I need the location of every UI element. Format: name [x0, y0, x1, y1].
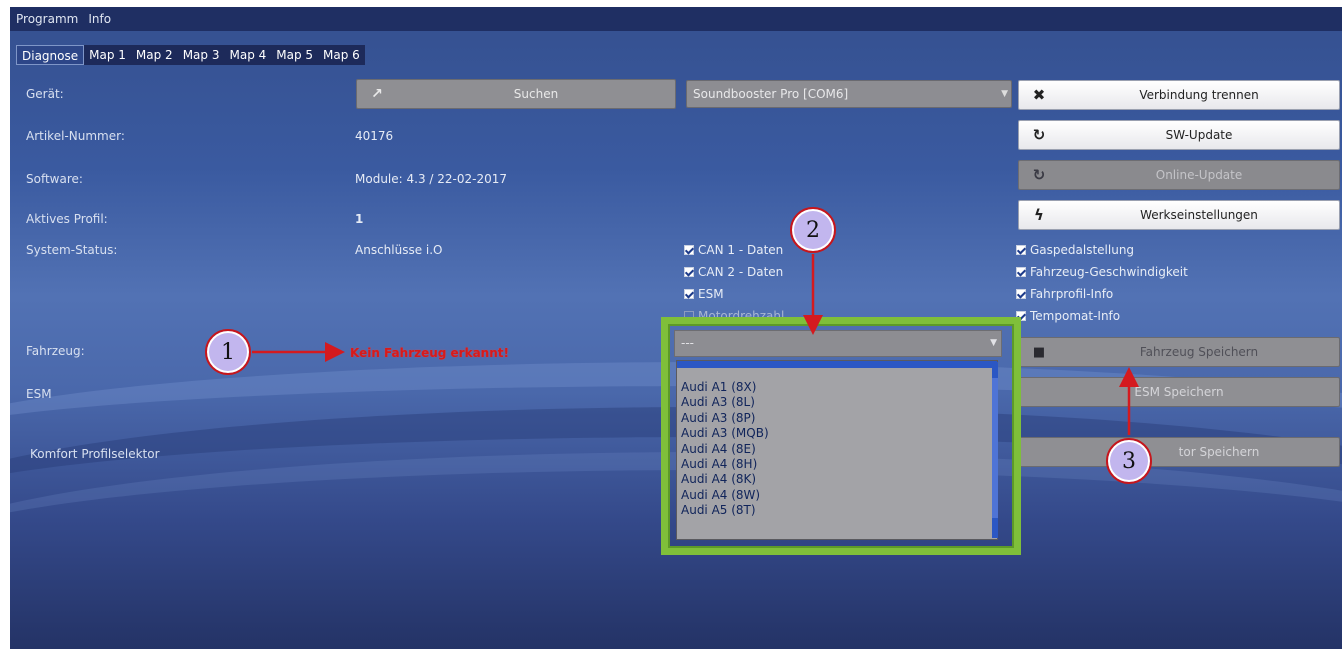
checkbox-checked[interactable] [1016, 245, 1026, 255]
list-item[interactable]: Audi A4 (8W) [677, 488, 997, 503]
save-vehicle-button[interactable]: ■ Fahrzeug Speichern [1018, 337, 1340, 367]
check-can2[interactable]: CAN 2 - Daten [684, 265, 783, 279]
label-esm: ESM [26, 387, 52, 401]
check-geschwindigkeit-label: Fahrzeug-Geschwindigkeit [1030, 265, 1188, 279]
refresh-icon: ↻ [1032, 166, 1046, 184]
check-gaspedal[interactable]: Gaspedalstellung [1016, 243, 1134, 257]
check-can1[interactable]: CAN 1 - Daten [684, 243, 783, 257]
check-fahrprofil[interactable]: Fahrprofil-Info [1016, 287, 1113, 301]
checkbox-checked[interactable] [684, 289, 694, 299]
vehicle-select[interactable]: --- ▼ [674, 330, 1002, 357]
checkbox-checked[interactable] [1016, 267, 1026, 277]
chevron-down-icon: ▼ [990, 338, 997, 348]
tab-map-5[interactable]: Map 5 [271, 45, 318, 65]
value-artikel: 40176 [355, 129, 394, 143]
check-tempomat-label: Tempomat-Info [1030, 309, 1121, 323]
vehicle-select-value: --- [681, 336, 694, 350]
save-esm-button-label: ESM Speichern [1134, 385, 1224, 399]
list-item[interactable] [677, 361, 997, 368]
device-select-value: Soundbooster Pro [COM6] [693, 87, 849, 101]
save-selector-button-label: tor Speichern [1178, 445, 1260, 459]
check-tempomat[interactable]: Tempomat-Info [1016, 309, 1120, 323]
callout-2: 2 [790, 207, 836, 253]
tab-map-1[interactable]: Map 1 [84, 45, 131, 65]
device-select[interactable]: Soundbooster Pro [COM6] ▼ [686, 80, 1012, 108]
list-item[interactable]: Audi A4 (8H) [677, 457, 997, 472]
check-geschwindigkeit[interactable]: Fahrzeug-Geschwindigkeit [1016, 265, 1188, 279]
label-software: Software: [26, 172, 83, 186]
tab-map-4[interactable]: Map 4 [224, 45, 271, 65]
vehicle-error-text: Kein Fahrzeug erkannt! [350, 346, 509, 360]
check-fahrprofil-label: Fahrprofil-Info [1030, 287, 1114, 301]
check-esm-label: ESM [698, 287, 724, 301]
menu-programm[interactable]: Programm [16, 12, 78, 26]
chevron-down-icon: ▼ [1001, 89, 1008, 99]
label-status: System-Status: [26, 243, 118, 257]
value-software: Module: 4.3 / 22-02-2017 [355, 172, 507, 186]
refresh-icon: ↻ [1032, 126, 1046, 144]
sw-update-button[interactable]: ↻ SW-Update [1018, 120, 1340, 150]
menu-bar: Programm Info [10, 7, 1342, 31]
value-profil: 1 [355, 212, 364, 226]
callout-1: 1 [205, 329, 251, 375]
tab-map-3[interactable]: Map 3 [178, 45, 225, 65]
checkbox-checked[interactable] [684, 245, 694, 255]
list-item[interactable]: Audi A4 (8E) [677, 442, 997, 457]
search-button-label: Suchen [513, 87, 559, 101]
save-esm-button[interactable]: ESM Speichern [1018, 377, 1340, 407]
sw-update-button-label: SW-Update [1165, 128, 1233, 142]
list-item[interactable]: Audi A4 (8K) [677, 472, 997, 487]
factory-reset-button[interactable]: ϟ Werkseinstellungen [1018, 200, 1340, 230]
dropdown-scrollbar[interactable] [992, 362, 998, 538]
tab-bar: Diagnose Map 1 Map 2 Map 3 Map 4 Map 5 M… [16, 45, 365, 65]
online-update-button-label: Online-Update [1155, 168, 1243, 182]
label-profil: Aktives Profil: [26, 212, 108, 226]
check-can2-label: CAN 2 - Daten [698, 265, 784, 279]
check-gaspedal-label: Gaspedalstellung [1030, 243, 1135, 257]
check-can1-label: CAN 1 - Daten [698, 243, 784, 257]
list-item[interactable]: Audi A1 (8X) [677, 380, 997, 395]
disconnect-button[interactable]: ✖ Verbindung trennen [1018, 80, 1340, 110]
share-icon: ↗ [371, 86, 383, 102]
callout-3: 3 [1106, 438, 1152, 484]
tab-map-6[interactable]: Map 6 [318, 45, 365, 65]
lightning-icon: ϟ [1034, 206, 1044, 224]
checkbox-checked[interactable] [1016, 289, 1026, 299]
list-item[interactable]: Audi A5 (8T) [677, 503, 997, 518]
label-artikel: Artikel-Nummer: [26, 129, 125, 143]
tab-diagnose[interactable]: Diagnose [16, 45, 85, 65]
vehicle-dropdown-list: Audi A1 (8X) Audi A3 (8L) Audi A3 (8P) A… [676, 360, 998, 540]
list-item[interactable]: Audi A3 (8P) [677, 411, 997, 426]
search-button[interactable]: ↗ Suchen [356, 79, 676, 109]
list-item[interactable]: Audi A3 (MQB) [677, 426, 997, 441]
tab-map-2[interactable]: Map 2 [131, 45, 178, 65]
online-update-button[interactable]: ↻ Online-Update [1018, 160, 1340, 190]
value-status: Anschlüsse i.O [355, 243, 443, 257]
list-item[interactable]: Audi A3 (8L) [677, 395, 997, 410]
checkbox-checked[interactable] [684, 267, 694, 277]
factory-reset-button-label: Werkseinstellungen [1140, 208, 1258, 222]
close-icon: ✖ [1032, 86, 1046, 104]
save-vehicle-button-label: Fahrzeug Speichern [1139, 345, 1259, 359]
disconnect-button-label: Verbindung trennen [1139, 88, 1259, 102]
car-icon: ■ [1032, 344, 1046, 360]
save-selector-button[interactable]: tor Speichern [1018, 437, 1340, 467]
label-geraet: Gerät: [26, 87, 64, 101]
menu-info[interactable]: Info [88, 12, 111, 26]
label-komfort: Komfort Profilselektor [30, 447, 160, 461]
label-fahrzeug: Fahrzeug: [26, 344, 85, 358]
check-esm[interactable]: ESM [684, 287, 724, 301]
